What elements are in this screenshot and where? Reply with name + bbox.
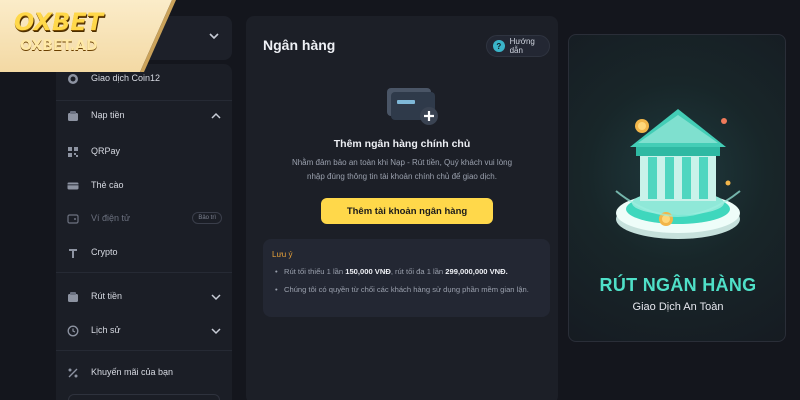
guide-label: Hướng dẫn — [509, 37, 535, 55]
card-icon — [66, 179, 80, 193]
sidebar-item-qrpay[interactable]: QRPay — [56, 139, 232, 165]
sidebar-item-label: Rút tiền — [91, 291, 123, 301]
sidebar-item-history[interactable]: Lịch sử — [56, 318, 232, 344]
note-item-policy: • Chúng tôi có quyền từ chối các khách h… — [275, 283, 543, 296]
withdraw-icon — [66, 290, 80, 304]
logo-text: OXBET — [14, 8, 104, 36]
sidebar-item-label: Nạp tiền — [91, 110, 125, 120]
min-amount: 150,000 VNĐ — [345, 267, 391, 276]
divider — [56, 272, 232, 273]
sidebar-item-crypto[interactable]: Crypto — [56, 240, 232, 266]
chevron-down-icon — [211, 294, 221, 301]
wallet-icon — [66, 109, 80, 123]
page-title: Ngân hàng — [263, 37, 336, 53]
maintenance-badge: Bảo trì — [192, 212, 222, 224]
withdraw-promo-banner: RÚT NGÂN HÀNG Giao Dịch An Toàn — [568, 34, 786, 342]
promo-subtitle: Giao Dịch An Toàn — [632, 301, 724, 313]
note-text: , rút tối đa 1 lần — [390, 267, 446, 276]
help-icon: ? — [493, 40, 505, 52]
add-bank-card-icon — [387, 88, 438, 125]
history-icon — [66, 324, 80, 338]
sidebar-item-label: Lịch sử — [91, 325, 121, 335]
divider — [56, 100, 232, 101]
chevron-down-icon — [211, 328, 221, 335]
sidebar-item-label: Crypto — [91, 247, 118, 257]
qr-icon — [66, 145, 80, 159]
coin-icon — [66, 72, 80, 86]
chevron-up-icon — [211, 112, 221, 119]
divider — [56, 350, 232, 351]
sidebar-item-label: Thẻ cào — [91, 180, 124, 190]
crypto-icon — [66, 246, 80, 260]
sidebar-item-label: Ví điện tử — [91, 213, 131, 223]
logo-domain: OXBET.AD — [20, 38, 98, 54]
note-item-limits: • Rút tối thiểu 1 lần 150,000 VNĐ, rút t… — [275, 267, 508, 276]
ewallet-icon — [66, 212, 80, 226]
sidebar-item-label: QRPay — [91, 146, 121, 156]
sidebar-item-scratch-card[interactable]: Thẻ cào — [56, 173, 232, 199]
promo-title: RÚT NGÂN HÀNG — [599, 275, 757, 295]
note-text: Rút tối thiểu 1 lần — [284, 267, 346, 276]
sidebar-item-ewallet[interactable]: Ví điện tử Bảo trì — [56, 206, 232, 232]
max-amount: 299,000,000 VNĐ. — [445, 267, 508, 276]
note-box: Lưu ý • Rút tối thiểu 1 lần 150,000 VNĐ,… — [263, 239, 550, 317]
bank-panel: Ngân hàng ? Hướng dẫn Thêm ngân hàng chí… — [246, 16, 558, 400]
sidebar: Giao dịch Coin12 Nạp tiền QRPay Thẻ cào … — [56, 64, 232, 400]
sidebar-item-promotions[interactable]: Khuyến mãi của bạn — [56, 360, 232, 386]
sidebar-item-label: Giao dịch Coin12 — [91, 73, 161, 83]
add-bank-account-button[interactable]: Thêm tài khoản ngân hàng — [321, 198, 493, 224]
sidebar-item-label: Khuyến mãi của bạn — [91, 367, 174, 377]
bank-building-illustration — [615, 109, 741, 239]
note-title: Lưu ý — [272, 250, 293, 259]
add-bank-title: Thêm ngân hàng chính chủ — [333, 138, 471, 150]
guide-button[interactable]: ? Hướng dẫn — [486, 35, 550, 57]
chevron-down-icon — [209, 33, 219, 40]
sidebar-item-withdraw[interactable]: Rút tiền — [56, 284, 232, 310]
add-bank-description: Nhằm đảm bảo an toàn khi Nạp - Rút tiền,… — [291, 158, 513, 181]
promo-icon — [66, 366, 80, 380]
note-text: Chúng tôi có quyền từ chối các khách hàn… — [284, 285, 529, 294]
sidebar-item-deposit[interactable]: Nạp tiền — [56, 103, 232, 129]
sidebar-bottom-button[interactable] — [68, 394, 220, 400]
brand-logo[interactable]: OXBET OXBET.AD — [0, 0, 180, 72]
